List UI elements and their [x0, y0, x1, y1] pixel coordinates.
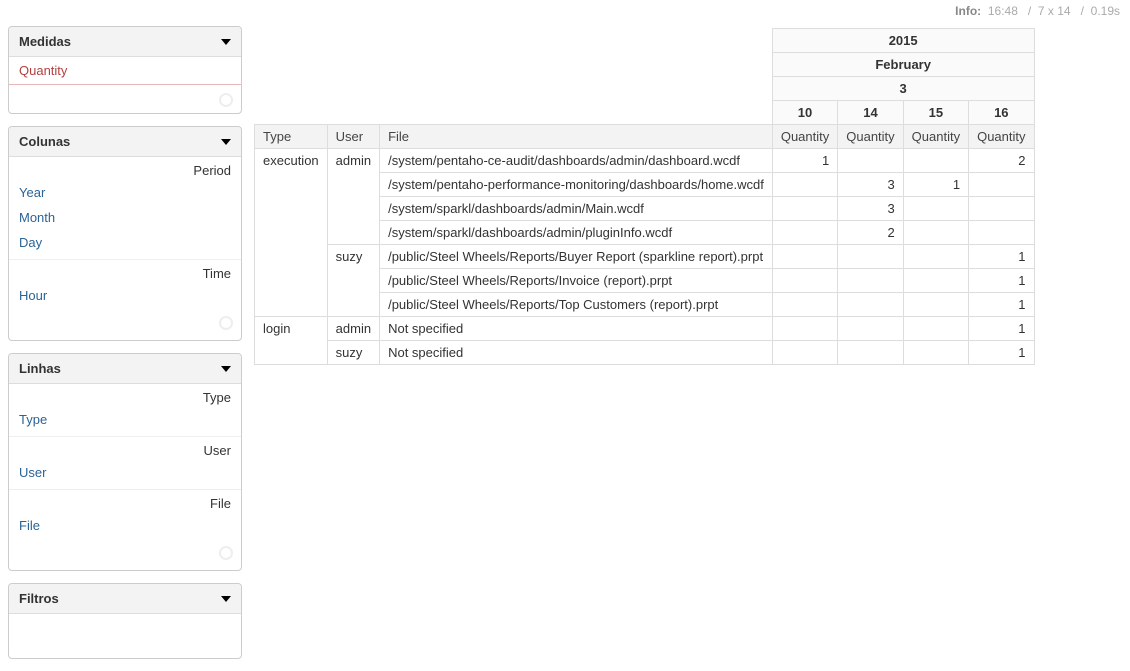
panel-medidas: Medidas Quantity: [8, 26, 242, 114]
pivot-table: 2015 February 3 10 14 15 16: [254, 28, 1035, 365]
cell-file[interactable]: Not specified: [380, 317, 773, 341]
cell-file[interactable]: /public/Steel Wheels/Reports/Top Custome…: [380, 293, 773, 317]
panel-header-filtros[interactable]: Filtros: [9, 584, 241, 614]
panel-colunas: Colunas Period Year Month Day Time Hour: [8, 126, 242, 341]
pivot-area: 2015 February 3 10 14 15 16: [242, 20, 1130, 365]
col-hour[interactable]: 14: [838, 101, 903, 125]
caret-down-icon: [221, 366, 231, 372]
cell-user[interactable]: admin: [327, 317, 379, 341]
cell-file[interactable]: /public/Steel Wheels/Reports/Buyer Repor…: [380, 245, 773, 269]
panel-title: Medidas: [19, 34, 71, 49]
cell-user[interactable]: suzy: [327, 245, 379, 317]
dim-year[interactable]: Year: [9, 180, 241, 205]
cell-value: 1: [772, 149, 837, 173]
col-measure: Quantity: [969, 125, 1034, 149]
dim-type[interactable]: Type: [9, 407, 241, 432]
caret-down-icon: [221, 39, 231, 45]
col-year[interactable]: 2015: [772, 29, 1034, 53]
panel-header-linhas[interactable]: Linhas: [9, 354, 241, 384]
panel-title: Colunas: [19, 134, 70, 149]
cell-user[interactable]: admin: [327, 149, 379, 245]
cell-file[interactable]: /system/pentaho-performance-monitoring/d…: [380, 173, 773, 197]
cell-value: [838, 149, 903, 173]
cell-file[interactable]: /public/Steel Wheels/Reports/Invoice (re…: [380, 269, 773, 293]
dim-hour[interactable]: Hour: [9, 283, 241, 308]
info-label: Info:: [955, 4, 981, 18]
info-time: 16:48: [988, 4, 1018, 18]
table-row: login admin Not specified 1: [255, 317, 1035, 341]
col-hour[interactable]: 16: [969, 101, 1034, 125]
cell-value: 2: [969, 149, 1034, 173]
panel-header-medidas[interactable]: Medidas: [9, 27, 241, 57]
col-measure: Quantity: [903, 125, 968, 149]
col-day[interactable]: 3: [772, 77, 1034, 101]
cell-type[interactable]: login: [255, 317, 328, 365]
dim-file[interactable]: File: [9, 513, 241, 538]
gear-icon[interactable]: [219, 546, 233, 560]
gear-icon[interactable]: [219, 93, 233, 107]
table-row: suzy /public/Steel Wheels/Reports/Buyer …: [255, 245, 1035, 269]
col-hour[interactable]: 15: [903, 101, 968, 125]
cell-value: [903, 149, 968, 173]
panel-filtros: Filtros: [8, 583, 242, 659]
group-label-period: Period: [9, 157, 241, 180]
group-label-file: File: [9, 490, 241, 513]
col-measure: Quantity: [772, 125, 837, 149]
cell-type[interactable]: execution: [255, 149, 328, 317]
cell-file[interactable]: /system/sparkl/dashboards/admin/Main.wcd…: [380, 197, 773, 221]
panel-linhas: Linhas Type Type User User File File: [8, 353, 242, 571]
table-row: execution admin /system/pentaho-ce-audit…: [255, 149, 1035, 173]
panel-title: Linhas: [19, 361, 61, 376]
sidebar: Medidas Quantity Colunas Period Year Mon…: [0, 20, 242, 671]
gear-icon[interactable]: [219, 316, 233, 330]
info-dims: 7 x 14: [1038, 4, 1071, 18]
dim-day[interactable]: Day: [9, 230, 241, 255]
row-dim-file: File: [380, 125, 773, 149]
dim-month[interactable]: Month: [9, 205, 241, 230]
info-bar: Info: 16:48 / 7 x 14 / 0.19s: [0, 0, 1130, 20]
group-label-time: Time: [9, 260, 241, 283]
group-label-user: User: [9, 437, 241, 460]
cell-user[interactable]: suzy: [327, 341, 379, 365]
panel-title: Filtros: [19, 591, 59, 606]
cell-file[interactable]: /system/sparkl/dashboards/admin/pluginIn…: [380, 221, 773, 245]
cell-file[interactable]: /system/pentaho-ce-audit/dashboards/admi…: [380, 149, 773, 173]
cell-file[interactable]: Not specified: [380, 341, 773, 365]
caret-down-icon: [221, 139, 231, 145]
col-month[interactable]: February: [772, 53, 1034, 77]
panel-header-colunas[interactable]: Colunas: [9, 127, 241, 157]
dim-user[interactable]: User: [9, 460, 241, 485]
col-measure: Quantity: [838, 125, 903, 149]
col-hour[interactable]: 10: [772, 101, 837, 125]
table-row: suzy Not specified 1: [255, 341, 1035, 365]
row-dim-user: User: [327, 125, 379, 149]
info-duration: 0.19s: [1091, 4, 1120, 18]
row-dim-type: Type: [255, 125, 328, 149]
caret-down-icon: [221, 596, 231, 602]
measure-quantity[interactable]: Quantity: [9, 57, 241, 85]
group-label-type: Type: [9, 384, 241, 407]
